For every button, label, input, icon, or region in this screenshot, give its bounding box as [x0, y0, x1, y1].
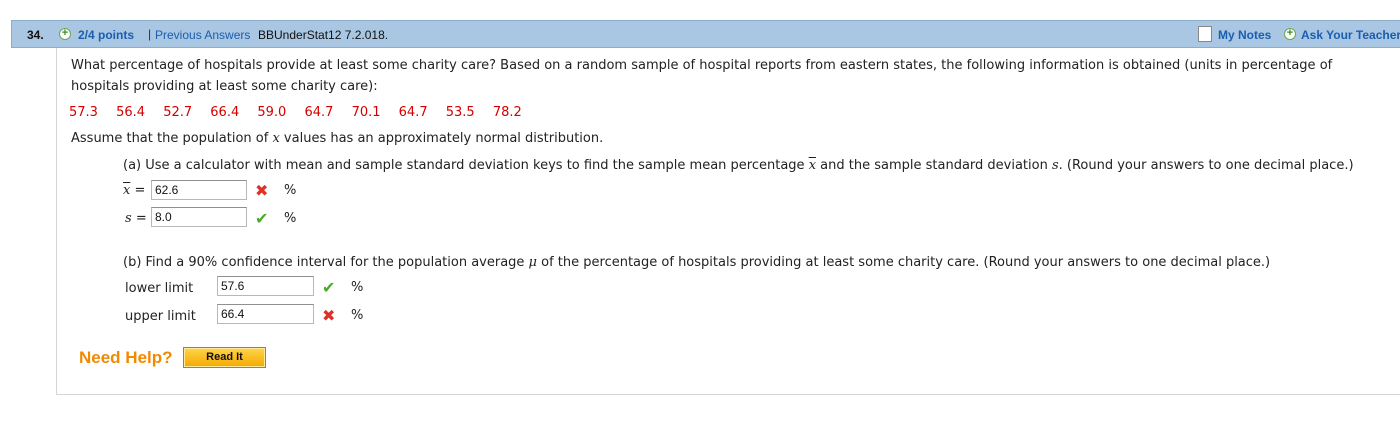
s-symbol: s: [125, 211, 132, 226]
upper-limit-input[interactable]: [217, 304, 314, 324]
lower-limit-label: lower limit: [125, 281, 194, 296]
part-a-xbar-symbol: x: [808, 158, 817, 173]
s-label: s =: [125, 211, 147, 226]
ask-teacher-link[interactable]: Ask Your Teacher: [1301, 28, 1400, 42]
correct-icon: ✔: [255, 209, 269, 228]
question-text-line1: What percentage of hospitals provide at …: [71, 58, 1333, 73]
question-source: BBUnderStat12 7.2.018.: [258, 28, 389, 42]
notes-icon[interactable]: [1198, 26, 1212, 42]
part-a-instructions: (a) Use a calculator with mean and sampl…: [123, 158, 1354, 173]
xbar-label: x =: [123, 183, 145, 198]
ask-teacher-plus-icon[interactable]: +: [1284, 28, 1296, 40]
correct-icon: ✔: [322, 278, 336, 297]
question-text-line2: hospitals providing at least some charit…: [71, 79, 378, 94]
points-link[interactable]: 2/4 points: [78, 28, 134, 42]
part-a-text-post: . (Round your answers to one decimal pla…: [1058, 158, 1354, 173]
data-value: 66.4: [210, 105, 240, 120]
sample-sd-input[interactable]: [151, 207, 247, 227]
part-a-text-pre: (a) Use a calculator with mean and sampl…: [123, 158, 809, 173]
incorrect-icon: ✖: [255, 181, 269, 200]
read-it-button[interactable]: Read It: [183, 347, 266, 368]
percent-unit: %: [351, 308, 364, 323]
data-value: 70.1: [351, 105, 381, 120]
equals-sign: =: [134, 183, 146, 198]
percent-unit: %: [284, 211, 297, 226]
data-value: 57.3: [69, 105, 98, 120]
data-value: 56.4: [116, 105, 146, 120]
upper-limit-label: upper limit: [125, 309, 196, 324]
lower-limit-input[interactable]: [217, 276, 314, 296]
part-b-instructions: (b) Find a 90% confidence interval for t…: [123, 255, 1270, 270]
my-notes-link[interactable]: My Notes: [1218, 28, 1271, 42]
part-a-text-mid: and the sample standard deviation: [816, 158, 1052, 173]
plus-icon[interactable]: +: [59, 28, 71, 40]
data-value: 78.2: [492, 105, 522, 120]
assumption-pre: Assume that the population of: [71, 131, 273, 146]
data-values: 57.3 56.4 52.7 66.4 59.0 64.7 70.1 64.7 …: [69, 105, 536, 120]
part-b-text-post: of the percentage of hospitals providing…: [537, 255, 1271, 270]
data-value: 64.7: [304, 105, 334, 120]
part-b-text-pre: (b) Find a 90% confidence interval for t…: [123, 255, 529, 270]
xbar-symbol: x: [123, 183, 131, 198]
question-header: 34. + 2/4 points | Previous Answers BBUn…: [11, 20, 1400, 48]
incorrect-icon: ✖: [322, 306, 336, 325]
need-help-label: Need Help?: [79, 348, 173, 367]
separator: |: [148, 27, 152, 41]
previous-answers-link[interactable]: Previous Answers: [155, 28, 250, 42]
percent-unit: %: [351, 280, 364, 295]
data-value: 64.7: [398, 105, 428, 120]
percent-unit: %: [284, 183, 297, 198]
question-number: 34.: [27, 28, 44, 42]
data-value: 53.5: [445, 105, 475, 120]
data-value: 52.7: [163, 105, 193, 120]
assumption-post: values has an approximately normal distr…: [279, 131, 604, 146]
equals-sign: =: [135, 211, 147, 226]
data-value: 59.0: [257, 105, 287, 120]
part-a-s-symbol: s: [1051, 158, 1059, 173]
sample-mean-input[interactable]: [151, 180, 247, 200]
mu-symbol: μ: [528, 255, 537, 270]
assumption-variable: x: [272, 131, 280, 146]
assumption-text: Assume that the population of x values h…: [71, 131, 603, 146]
